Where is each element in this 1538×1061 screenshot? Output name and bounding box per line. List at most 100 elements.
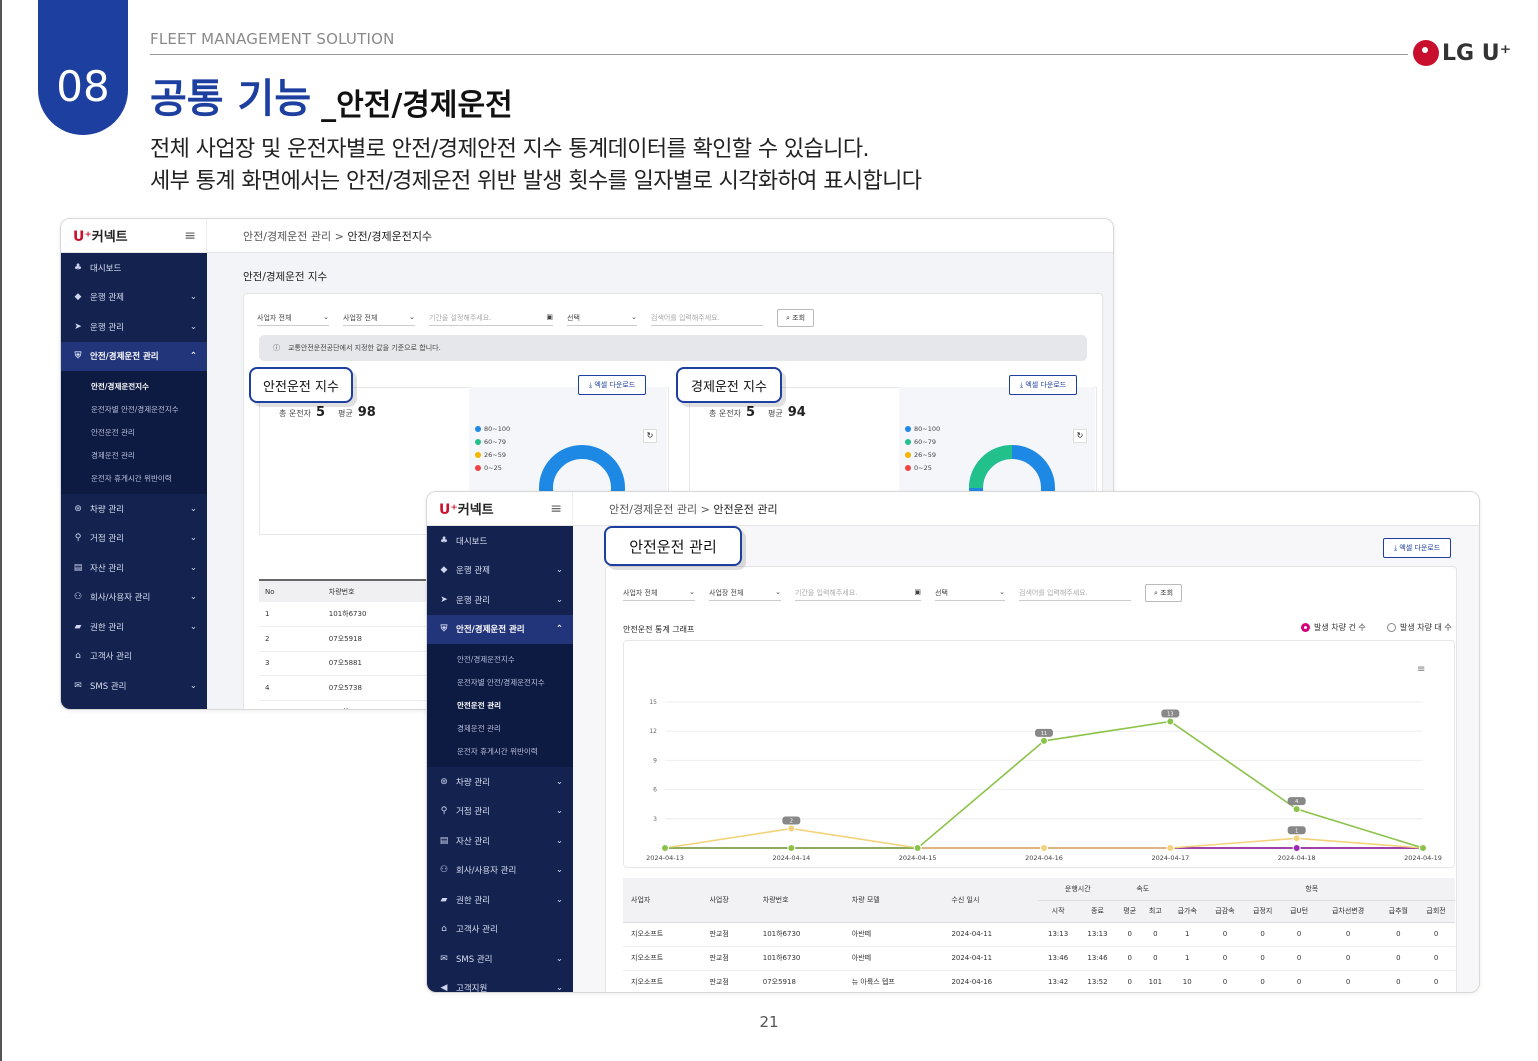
chevron-down-icon[interactable]: ⌄: [190, 681, 197, 691]
period-input[interactable]: 기간을 입력해주세요. ▣: [795, 586, 921, 601]
excel-download-button[interactable]: ⤓ 엑셀 다운로드: [1009, 375, 1078, 395]
table-cell: 판교점: [701, 922, 755, 947]
submenu-item[interactable]: 운전자 휴게시간 위반이력: [427, 740, 573, 763]
chevron-down-icon[interactable]: ⌄: [556, 595, 563, 605]
sidebar-item[interactable]: ✉ SMS 관리 ⌄: [61, 671, 207, 701]
sidebar-item[interactable]: ◆ 운행 관제 ⌄: [427, 556, 573, 586]
company-select[interactable]: 사업자 전체 ⌄: [623, 586, 695, 601]
sidebar-item[interactable]: ➤ 운행 관리 ⌄: [427, 585, 573, 615]
submenu-item[interactable]: 경제운전 관리: [61, 444, 207, 467]
search-button[interactable]: ⌕ 조회: [1145, 584, 1183, 602]
submenu-item[interactable]: 안전/경제운전지수: [61, 375, 207, 398]
period-input[interactable]: 기간을 설정해주세요. ▣: [429, 311, 553, 326]
chevron-down-icon[interactable]: ⌄: [556, 565, 563, 575]
sidebar-item[interactable]: ⚇ 회사/사용자 관리 ⌄: [61, 583, 207, 613]
sidebar-item[interactable]: ⊛ 차량 관리 ⌄: [427, 767, 573, 797]
type-select[interactable]: 선택 ⌄: [935, 586, 1005, 601]
table-cell: 0: [1117, 970, 1143, 992]
chevron-down-icon[interactable]: ⌄: [556, 983, 563, 992]
radio-vehicles[interactable]: 발생 차량 대 수: [1387, 622, 1452, 633]
chevron-down-icon[interactable]: ⌄: [190, 292, 197, 302]
table-row[interactable]: 지오소프트 판교점 07오5918 뉴 아륙스 텝프 2024-04-16 13:42 13…: [623, 970, 1455, 992]
chevron-down-icon[interactable]: ⌄: [556, 865, 563, 875]
sidebar-item[interactable]: ⚇ 회사/사용자 관리 ⌄: [427, 856, 573, 886]
heading-sub: _안전/경제운전: [321, 88, 513, 123]
column-subheader: 급U턴: [1281, 900, 1317, 923]
sidebar-item[interactable]: ◀ 고객지원 ⌄: [427, 974, 573, 992]
refresh-icon[interactable]: ↻: [1073, 429, 1087, 443]
sidebar-item-label: 운행 관리: [456, 595, 490, 606]
chevron-down-icon[interactable]: ⌄: [556, 806, 563, 816]
site-select[interactable]: 사업장 전체 ⌄: [709, 586, 781, 601]
table-cell: 0: [1316, 946, 1380, 971]
chevron-down-icon[interactable]: ⌄: [190, 504, 197, 514]
page-heading: 공통 기능 _안전/경제운전: [150, 66, 513, 124]
table-row[interactable]: 지오소프트 판교점 101하6730 아반떼 2024-04-11 13:13 13:13 0…: [623, 922, 1455, 947]
table-row[interactable]: 지오소프트 판교점 101하6730 아반떼 2024-04-11 13:46 13:46 0…: [623, 946, 1455, 971]
hamburger-icon[interactable]: ≡: [550, 501, 562, 517]
hamburger-icon[interactable]: ≡: [184, 228, 196, 244]
chevron-down-icon[interactable]: ⌄: [556, 777, 563, 787]
chevron-down-icon[interactable]: ⌄: [556, 954, 563, 964]
chevron-down-icon[interactable]: ⌄: [190, 622, 197, 632]
legend-item: 60~79: [475, 436, 510, 449]
chevron-down-icon[interactable]: ⌄: [190, 322, 197, 332]
sidebar-item[interactable]: ⊛ 차량 관리 ⌄: [61, 494, 207, 524]
group-header: 운행시간: [1038, 878, 1118, 901]
description-line-2: 세부 통계 화면에서는 안전/경제운전 위반 발생 횟수를 일자별로 시각화하여…: [150, 169, 922, 194]
asset-icon: ▤: [439, 835, 449, 846]
sidebar-item[interactable]: ♣ 대시보드: [61, 253, 207, 283]
submenu-item[interactable]: 운전자 휴게시간 위반이력: [61, 467, 207, 490]
sidebar-item[interactable]: ✉ SMS 관리 ⌄: [427, 944, 573, 974]
company-select[interactable]: 사업자 전체 ⌄: [257, 311, 329, 326]
site-select[interactable]: 사업장 전체 ⌄: [343, 311, 415, 326]
refresh-icon[interactable]: ↻: [643, 429, 657, 443]
type-select[interactable]: 선택 ⌄: [567, 311, 637, 326]
sidebar-item[interactable]: ⌂ 고객사 관리: [427, 915, 573, 945]
chevron-down-icon[interactable]: ⌄: [190, 592, 197, 602]
data-point: [913, 844, 922, 852]
chevron-up-icon[interactable]: ⌃: [190, 351, 197, 361]
excel-download-button[interactable]: ⤓ 엑셀 다운로드: [578, 375, 647, 395]
column-subheader: 급차선변경: [1316, 900, 1380, 923]
pin-icon: ⚲: [440, 806, 448, 817]
radio-count[interactable]: 발생 차량 건 수: [1301, 622, 1366, 633]
chevron-down-icon[interactable]: ⌄: [556, 895, 563, 905]
sidebar-item[interactable]: ⚲ 거점 관리 ⌄: [427, 797, 573, 827]
submenu-item[interactable]: 운전자별 안전/경제운전지수: [61, 398, 207, 421]
sidebar-item[interactable]: ⛨ 안전/경제운전 관리 ⌃: [61, 341, 207, 371]
top-bar: U⁺커넥트 ≡ 안전/경제운전 관리 > 안전운전 관리: [427, 492, 1479, 526]
chevron-down-icon[interactable]: ⌄: [556, 836, 563, 846]
sidebar-item[interactable]: ▤ 자산 관리 ⌄: [427, 826, 573, 856]
dashboard-icon: ♣: [73, 262, 83, 273]
sidebar-item[interactable]: ▰ 권한 관리 ⌄: [427, 885, 573, 915]
table-cell: 아반떼: [843, 922, 944, 947]
sidebar-item[interactable]: ⛨ 안전/경제운전 관리 ⌃: [427, 614, 573, 644]
chevron-up-icon[interactable]: ⌃: [556, 624, 563, 634]
excel-download-button[interactable]: ⤓ 엑셀 다운로드: [1383, 538, 1452, 558]
screenshot-safe-driving-management: U⁺커넥트 ≡ 안전/경제운전 관리 > 안전운전 관리 ♣ 대시보드 ◆ 운행 관제…: [426, 491, 1480, 993]
sidebar-item[interactable]: ⚲ 거점 관리 ⌄: [61, 524, 207, 554]
sidebar-item[interactable]: ➤ 운행 관리 ⌄: [61, 312, 207, 342]
safety-line-chart: 36912152024-04-13 2024-04-14 2024-04-15 202…: [646, 699, 1442, 862]
safety-detail-table: 사업자 사업장 차량번호 차량 모델 수신 일시 운행시간 속도 항목 시작 종료 평균 최고 급가속…: [623, 878, 1455, 992]
search-button[interactable]: ⌕ 조회: [777, 309, 815, 327]
table-cell: 13:46: [1077, 946, 1118, 971]
submenu-item[interactable]: 안전운전 관리: [427, 694, 573, 717]
sidebar-item[interactable]: ▤ 자산 관리 ⌄: [61, 553, 207, 583]
search-input[interactable]: 검색어를 입력해주세요.: [1019, 586, 1131, 601]
sidebar-item-label: SMS 관리: [90, 681, 127, 692]
chevron-down-icon[interactable]: ⌄: [190, 563, 197, 573]
home-icon: ⌂: [75, 651, 81, 662]
sidebar-item[interactable]: ⌂ 고객사 관리: [61, 642, 207, 672]
submenu-item[interactable]: 안전/경제운전지수: [427, 648, 573, 671]
sidebar-item[interactable]: ♣ 대시보드: [427, 526, 573, 556]
chevron-down-icon[interactable]: ⌄: [190, 533, 197, 543]
x-tick-label: 2024-04-15: [899, 854, 937, 862]
search-input[interactable]: 검색어를 입력해주세요.: [651, 311, 763, 326]
sidebar-item[interactable]: ◆ 운행 관제 ⌄: [61, 283, 207, 313]
submenu-item[interactable]: 안전운전 관리: [61, 421, 207, 444]
submenu-item[interactable]: 운전자별 안전/경제운전지수: [427, 671, 573, 694]
submenu-item[interactable]: 경제운전 관리: [427, 717, 573, 740]
sidebar-item[interactable]: ▰ 권한 관리 ⌄: [61, 612, 207, 642]
